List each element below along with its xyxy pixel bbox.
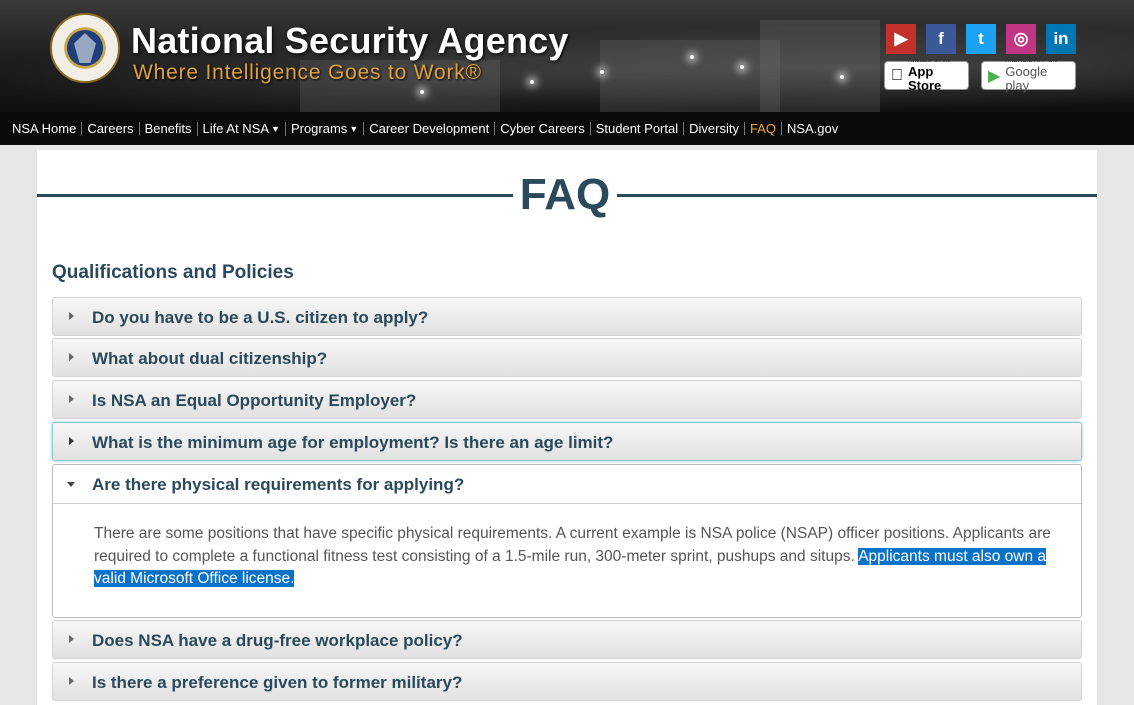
faq-question: What about dual citizenship? — [92, 349, 328, 368]
faq-item[interactable]: Do you have to be a U.S. citizen to appl… — [52, 297, 1082, 336]
nav-item-label: Life At NSA — [202, 120, 270, 136]
faq-question-header[interactable]: Are there physical requirements for appl… — [53, 465, 1081, 504]
section-title: Qualifications and Policies — [52, 262, 294, 283]
chevron-right-icon — [69, 353, 74, 361]
main-nav: NSA Home Careers Benefits Life At NSA ▼ Progr… — [0, 112, 1134, 145]
nav-item-label: Cyber Careers — [500, 121, 585, 136]
nav-item-cyber-careers[interactable]: Cyber Careers — [494, 122, 590, 135]
building-silhouette — [760, 20, 880, 112]
nav-item-programs[interactable]: Programs ▼ — [284, 120, 363, 136]
caret-down-icon: ▼ — [271, 123, 280, 134]
faq-item[interactable]: What about dual citizenship? — [52, 338, 1082, 377]
nav-item-label: FAQ — [749, 121, 776, 136]
site-tagline: Where Intelligence Goes to Work® — [133, 61, 482, 84]
site-title[interactable]: National Security Agency — [131, 20, 569, 62]
app-store-badge[interactable]:  Available on the App Store — [884, 58, 969, 93]
light-flare — [600, 70, 604, 74]
chevron-right-icon — [69, 395, 74, 403]
chevron-right-icon — [69, 437, 74, 445]
nav-item-label: Programs — [290, 120, 348, 136]
nav-item-life-at-nsa[interactable]: Life At NSA ▼ — [196, 120, 285, 136]
nav-item-diversity[interactable]: Diversity — [683, 122, 744, 135]
nav-item-label: NSA.gov — [786, 121, 839, 136]
nav-item-careers[interactable]: Careers — [81, 122, 138, 135]
faq-answer: There are some positions that have speci… — [94, 523, 1054, 591]
nsa-seal-logo[interactable] — [50, 13, 120, 83]
nav-item-label: Diversity — [689, 121, 739, 136]
nav-item-nsa-home[interactable]: NSA Home — [7, 122, 81, 135]
faq-question: Are there physical requirements for appl… — [92, 475, 465, 494]
faq-item[interactable]: Does NSA have a drug-free workplace poli… — [52, 620, 1082, 659]
nav-item-student-portal[interactable]: Student Portal — [589, 121, 683, 136]
nav-item-label: Student Portal — [595, 121, 679, 136]
light-flare — [530, 80, 534, 84]
faq-question: Is NSA an Equal Opportunity Employer? — [92, 391, 417, 410]
linkedin-icon[interactable]: in — [1046, 24, 1076, 54]
faq-question: Do you have to be a U.S. citizen to appl… — [92, 308, 429, 327]
light-flare — [740, 65, 744, 69]
nav-item-benefits[interactable]: Benefits — [138, 121, 197, 136]
light-flare — [420, 90, 424, 94]
apple-icon:  — [891, 67, 903, 85]
google-play-label: Google play — [1005, 64, 1048, 93]
facebook-icon[interactable]: f — [926, 24, 956, 54]
faq-item[interactable]: Is there a preference given to former mi… — [52, 662, 1082, 701]
instagram-icon[interactable]: ◎ — [1006, 24, 1036, 54]
eagle-icon — [74, 33, 96, 63]
nav-item-career-development[interactable]: Career Development — [363, 122, 494, 135]
faq-question: Is there a preference given to former mi… — [92, 673, 463, 692]
nav-item-label: Career Development — [369, 121, 490, 136]
app-store-label: App Store — [896, 65, 959, 93]
nav-item-label: Benefits — [144, 121, 192, 136]
faq-item[interactable]: Is NSA an Equal Opportunity Employer? — [52, 380, 1082, 419]
chevron-right-icon — [69, 635, 74, 643]
chevron-right-icon — [69, 677, 74, 685]
caret-down-icon: ▼ — [349, 123, 359, 134]
page-title: FAQ — [513, 170, 617, 220]
site-header: National Security Agency Where Intellige… — [0, 0, 1134, 112]
faq-item-expanded: Are there physical requirements for appl… — [52, 464, 1082, 618]
building-silhouette — [600, 40, 780, 112]
faq-question: What is the minimum age for employment? … — [92, 433, 614, 452]
nav-item-nsa-gov[interactable]: NSA.gov — [780, 121, 843, 136]
faq-question: Does NSA have a drug-free workplace poli… — [92, 631, 463, 650]
nav-item-label: NSA Home — [12, 121, 77, 136]
chevron-down-icon — [67, 482, 75, 487]
light-flare — [840, 75, 844, 79]
content-panel: FAQ Qualifications and Policies Do you h… — [37, 150, 1097, 705]
twitter-icon[interactable]: t — [966, 24, 996, 54]
nav-item-faq[interactable]: FAQ — [743, 121, 781, 136]
google-play-badge[interactable]: ▶ ANDROID APP ON Google play — [981, 58, 1076, 93]
light-flare — [690, 55, 694, 59]
nav-item-label: Careers — [87, 121, 134, 136]
youtube-icon[interactable]: ▶ — [886, 24, 916, 54]
play-triangle-icon: ▶ — [988, 67, 1001, 85]
chevron-right-icon — [69, 312, 74, 320]
faq-item-focused[interactable]: What is the minimum age for employment? … — [52, 422, 1082, 461]
